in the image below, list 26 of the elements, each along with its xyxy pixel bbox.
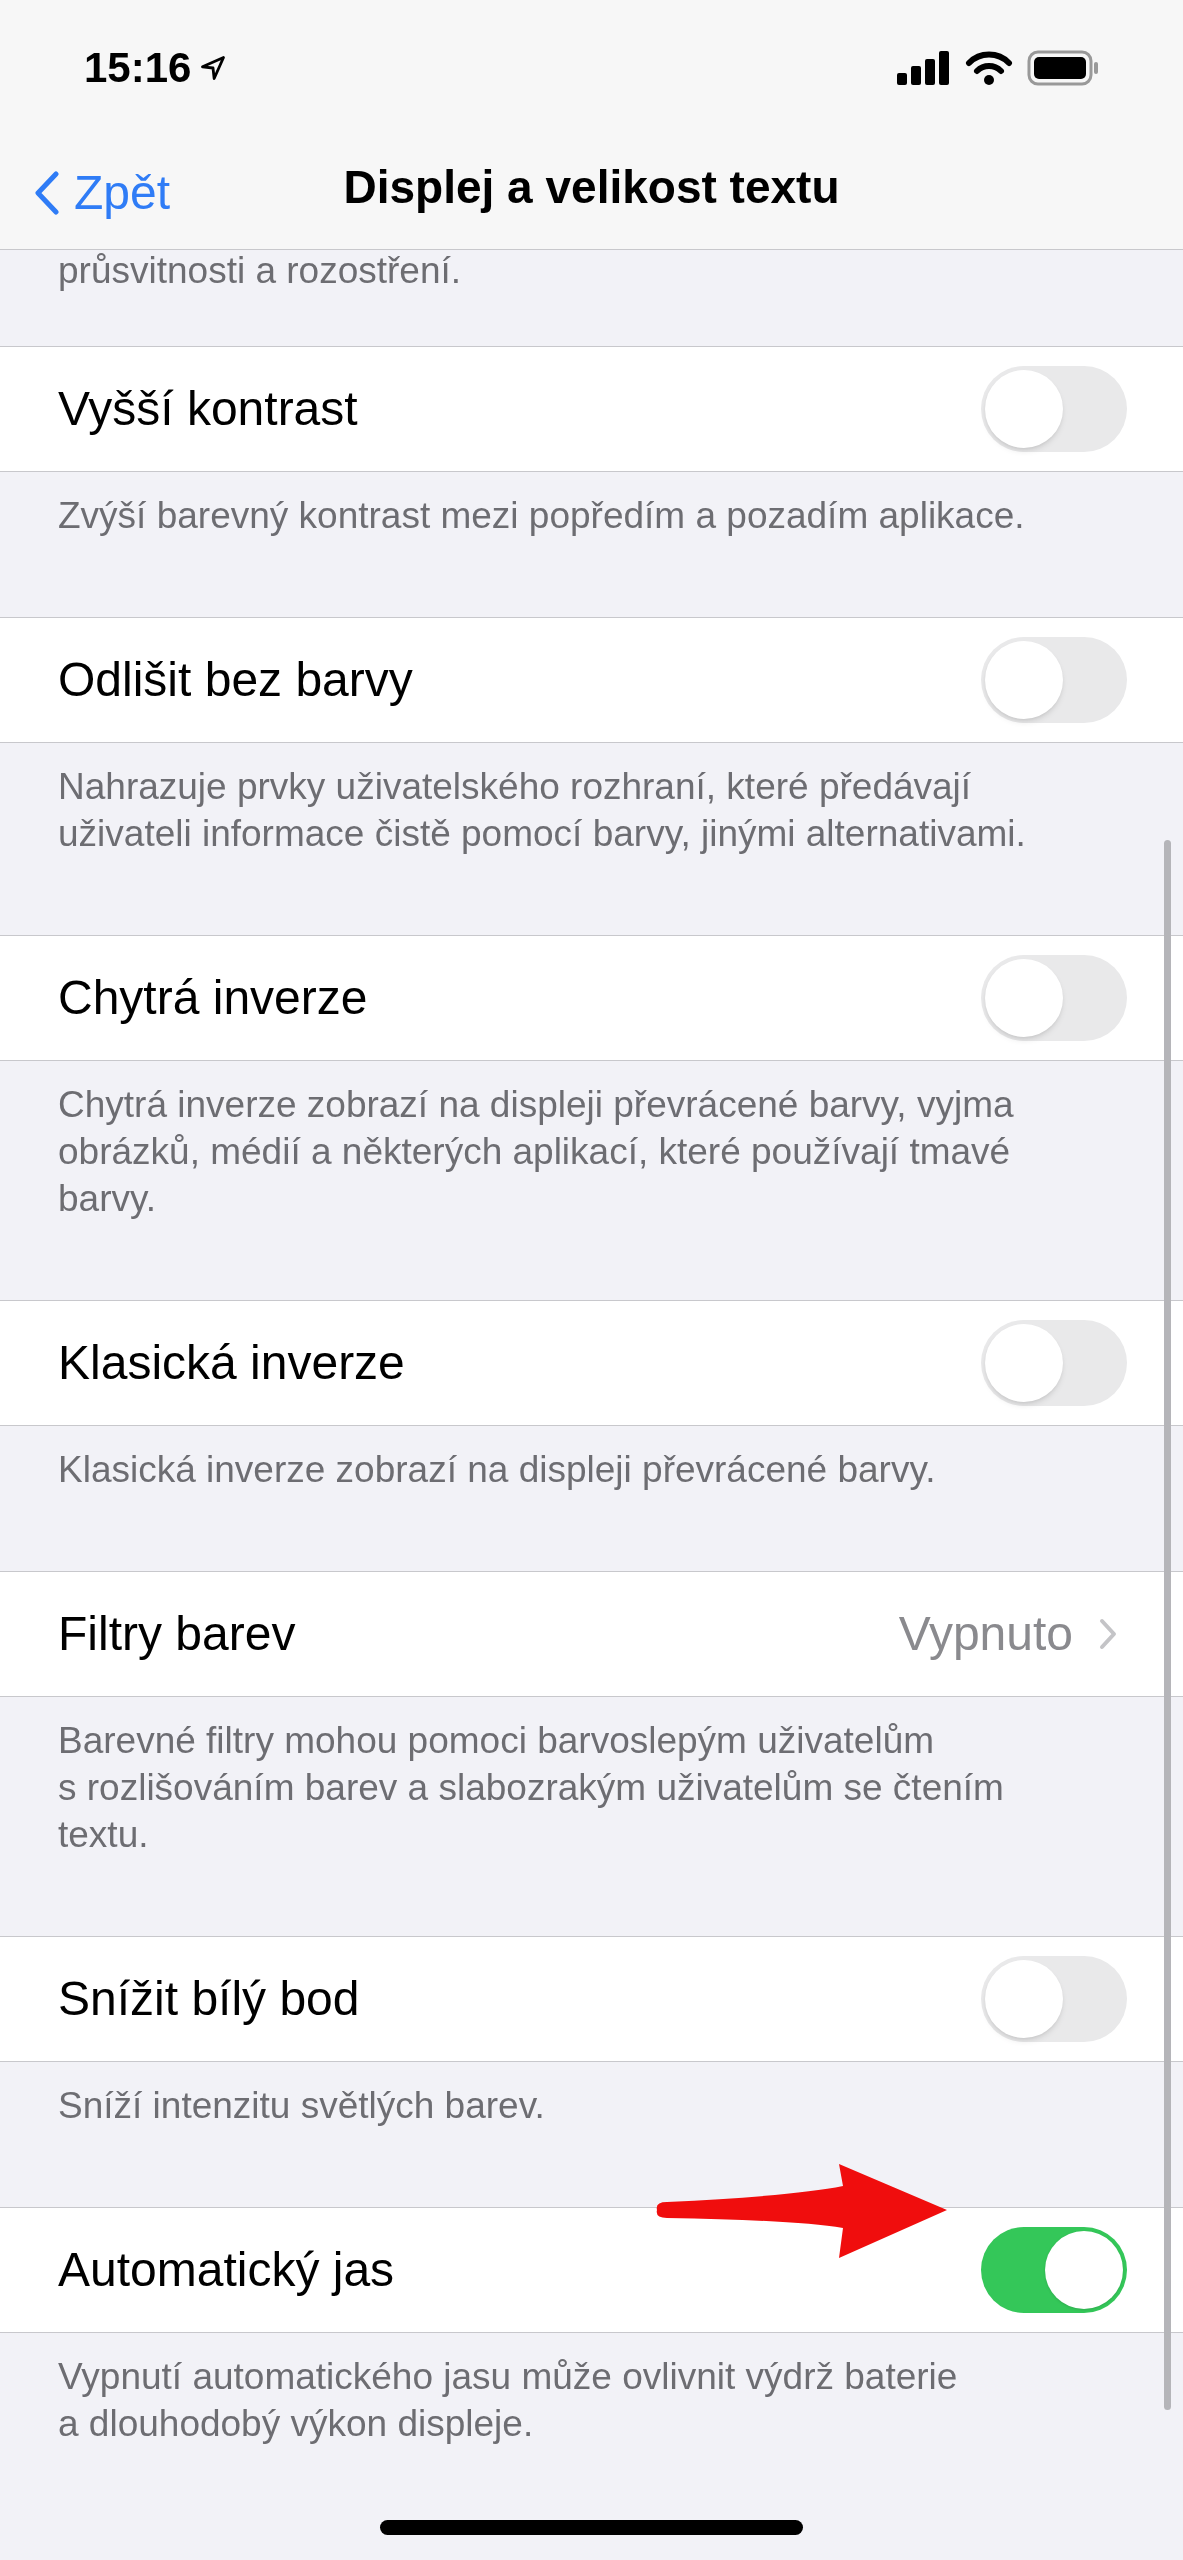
status-time: 15:16 bbox=[84, 43, 192, 93]
setting-label: Snížit bílý bod bbox=[58, 1971, 360, 2027]
wifi-icon bbox=[965, 49, 1013, 86]
signal-icon bbox=[897, 50, 951, 85]
setting-label: Automatický jas bbox=[58, 2242, 395, 2298]
setting-label: Vyšší kontrast bbox=[58, 381, 358, 437]
screen-title: Displej a velikost textu bbox=[343, 159, 840, 215]
setting-description: Klasická inverze zobrazí na displeji převrácené barvy. bbox=[58, 1448, 937, 1492]
setting-description: Sníží intenzitu světlých barev. bbox=[58, 2084, 546, 2128]
setting-label: Odlišit bez barvy bbox=[58, 652, 413, 708]
chevron-left-icon bbox=[34, 171, 60, 215]
setting-description: Zvýší barevný kontrast mezi popředím a pozadím aplikace. bbox=[58, 494, 1026, 538]
chevron-right-icon bbox=[1099, 1618, 1117, 1650]
setting-description: Chytrá inverze zobrazí na displeji převrácené barvy, vyjma obrázků, médií a některých aplikací, které používají tmavé barvy. bbox=[58, 1083, 1015, 1221]
settings-row[interactable]: Filtry barev Vypnuto bbox=[0, 1571, 1183, 1697]
setting-description: Nahrazuje prvky uživatelského rozhraní, které předávají uživateli informace čistě pomocí barvy, jinými alternativami. bbox=[58, 765, 1027, 856]
setting-label: Filtry barev bbox=[58, 1606, 296, 1662]
battery-icon bbox=[1027, 49, 1099, 86]
location-arrow-icon bbox=[199, 53, 228, 82]
setting-description: Barevné filtry mohou pomoci barvoslepým uživatelům s rozlišováním barev a slabozrakým uživatelům se čtením textu. bbox=[58, 1719, 1005, 1857]
setting-label: Klasická inverze bbox=[58, 1335, 405, 1391]
cut-description-text: průsvitnosti a rozostření. bbox=[58, 250, 463, 292]
setting-label: Chytrá inverze bbox=[58, 970, 368, 1026]
setting-description: Vypnutí automatického jasu může ovlivnit výdrž baterie a dlouhodobý výkon displeje. bbox=[58, 2355, 959, 2446]
back-button[interactable]: Zpět bbox=[34, 157, 171, 229]
setting-value: Vypnuto bbox=[898, 1606, 1073, 1662]
